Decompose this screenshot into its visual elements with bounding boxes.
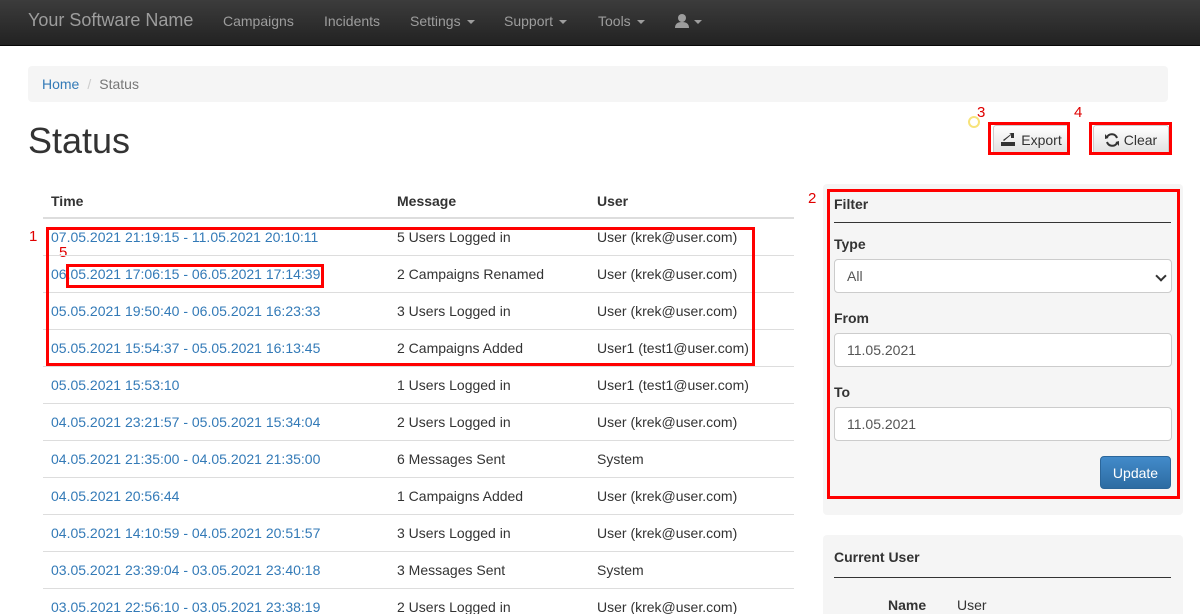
breadcrumb: Home / Status [28, 66, 1168, 102]
table-row: 04.05.2021 14:10:59 - 04.05.2021 20:51:5… [43, 514, 794, 552]
highlight-box [46, 227, 755, 366]
nav-settings-dropdown[interactable]: Settings [410, 13, 475, 29]
message-cell: 6 Messages Sent [389, 440, 589, 478]
page-title: Status [28, 120, 131, 161]
chevron-down-icon [466, 20, 475, 25]
table-row: 03.05.2021 22:56:10 - 03.05.2021 23:38:1… [43, 588, 794, 614]
chevron-down-icon [636, 20, 645, 25]
time-link[interactable]: 04.05.2021 23:21:57 - 05.05.2021 15:34:0… [51, 414, 320, 430]
breadcrumb-current: Status [99, 76, 139, 92]
annotation-number: 2 [808, 190, 817, 207]
breadcrumb-separator: / [87, 76, 92, 92]
annotation-number: 4 [1074, 104, 1083, 121]
user-cell: User (krek@user.com) [589, 477, 794, 515]
column-header-message[interactable]: Message [389, 184, 589, 219]
table-header-row: Time Message User [43, 184, 794, 219]
top-navbar: Your Software Name Campaigns Incidents S… [0, 0, 1200, 46]
name-value: User [957, 597, 987, 613]
highlight-box [988, 122, 1070, 155]
divider [834, 577, 1171, 578]
current-user-panel: Current User Name User [823, 535, 1183, 614]
message-cell: 1 Users Logged in [389, 366, 589, 404]
message-cell: 2 Users Logged in [389, 588, 589, 614]
highlight-box [827, 189, 1180, 499]
chevron-down-icon [559, 20, 568, 25]
time-link[interactable]: 04.05.2021 14:10:59 - 04.05.2021 20:51:5… [51, 525, 320, 541]
name-label: Name [888, 597, 927, 613]
column-header-time[interactable]: Time [43, 184, 389, 219]
user-cell: System [589, 551, 794, 589]
highlight-box [1089, 122, 1172, 155]
user-menu-dropdown[interactable] [675, 12, 705, 32]
brand-name[interactable]: Your Software Name [28, 10, 193, 31]
user-icon [675, 14, 702, 28]
time-link[interactable]: 04.05.2021 21:35:00 - 04.05.2021 21:35:0… [51, 451, 320, 467]
user-cell: User (krek@user.com) [589, 514, 794, 552]
column-header-user[interactable]: User [589, 184, 794, 219]
cursor-indicator [968, 116, 980, 128]
nav-campaigns[interactable]: Campaigns [223, 13, 294, 29]
message-cell: 3 Messages Sent [389, 551, 589, 589]
time-link[interactable]: 04.05.2021 20:56:44 [51, 488, 179, 504]
table-row: 04.05.2021 20:56:44 1 Campaigns Added User… [43, 477, 794, 515]
user-cell: User (krek@user.com) [589, 403, 794, 441]
time-link[interactable]: 05.05.2021 15:53:10 [51, 377, 179, 393]
user-cell: System [589, 440, 794, 478]
user-cell: User1 (test1@user.com) [589, 366, 794, 404]
table-row: 04.05.2021 21:35:00 - 04.05.2021 21:35:0… [43, 440, 794, 478]
table-row: 03.05.2021 23:39:04 - 03.05.2021 23:40:1… [43, 551, 794, 589]
time-link[interactable]: 03.05.2021 23:39:04 - 03.05.2021 23:40:1… [51, 562, 320, 578]
message-cell: 1 Campaigns Added [389, 477, 589, 515]
message-cell: 2 Users Logged in [389, 403, 589, 441]
breadcrumb-home-link[interactable]: Home [42, 76, 79, 92]
table-row: 05.05.2021 15:53:10 1 Users Logged in User… [43, 366, 794, 404]
user-cell: User (krek@user.com) [589, 588, 794, 614]
annotation-number: 1 [29, 228, 38, 245]
time-link[interactable]: 03.05.2021 22:56:10 - 03.05.2021 23:38:1… [51, 599, 320, 614]
nav-support-dropdown[interactable]: Support [504, 13, 568, 29]
highlight-box [66, 264, 324, 288]
message-cell: 3 Users Logged in [389, 514, 589, 552]
table-row: 04.05.2021 23:21:57 - 05.05.2021 15:34:0… [43, 403, 794, 441]
nav-incidents[interactable]: Incidents [324, 13, 380, 29]
current-user-heading: Current User [834, 549, 920, 565]
nav-tools-dropdown[interactable]: Tools [598, 13, 645, 29]
